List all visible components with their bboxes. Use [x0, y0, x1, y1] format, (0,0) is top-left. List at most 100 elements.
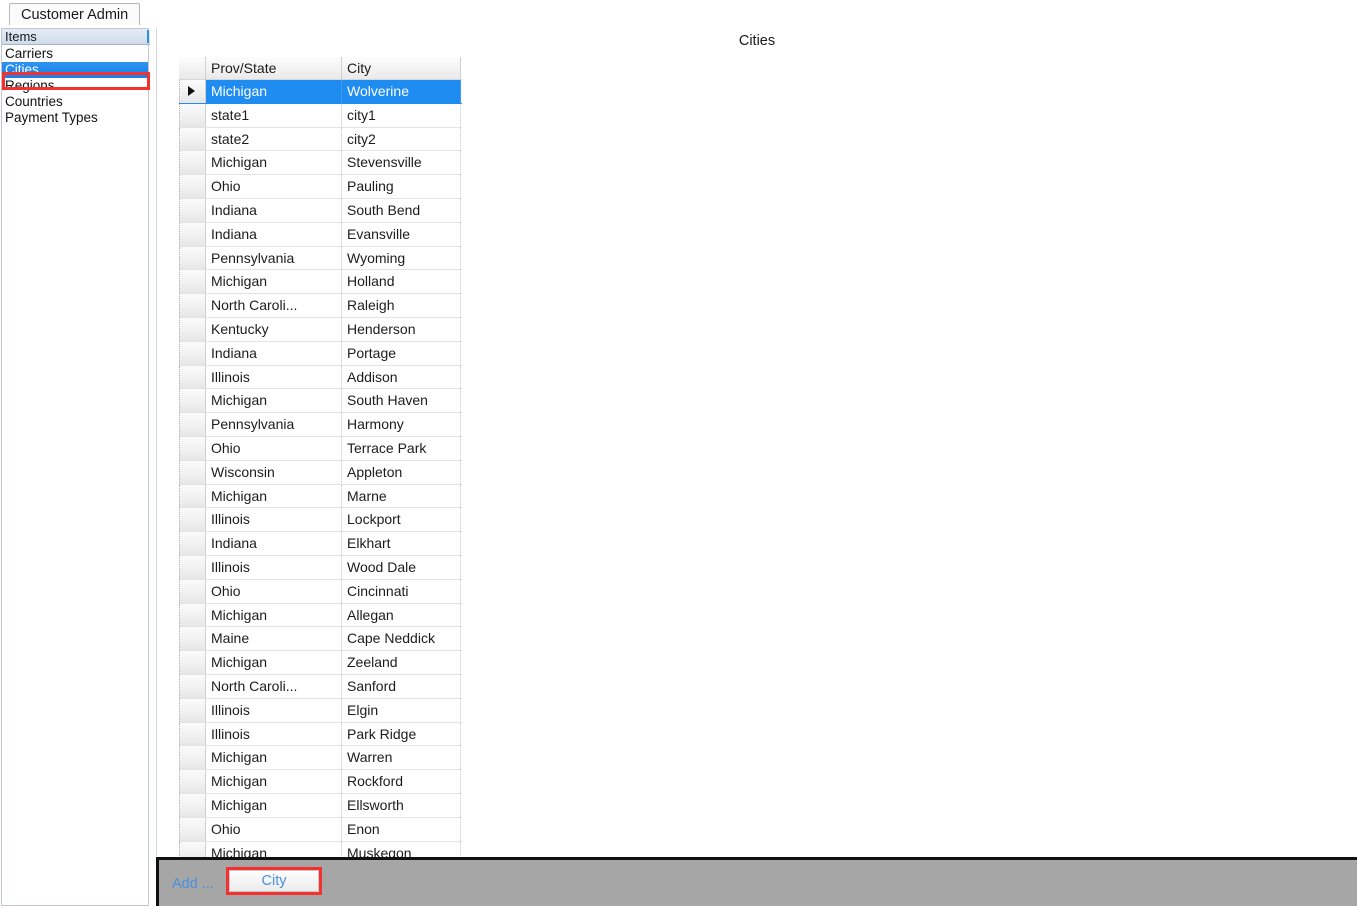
row-selector-cell[interactable] [179, 365, 206, 389]
cell-prov-state[interactable]: Michigan [206, 80, 342, 103]
cell-prov-state[interactable]: Illinois [206, 555, 342, 579]
table-row[interactable]: Maine Cape Neddick [179, 627, 462, 652]
table-row[interactable]: Michigan Marne [179, 484, 462, 509]
cell-city[interactable]: Sanford [342, 674, 461, 698]
row-selector-cell[interactable] [179, 841, 206, 857]
cell-city[interactable]: Wyoming [342, 246, 461, 270]
cell-prov-state[interactable]: Illinois [206, 508, 342, 532]
cell-prov-state[interactable]: Michigan [206, 841, 342, 857]
row-selector-cell[interactable] [179, 389, 206, 413]
table-row[interactable]: state2 city2 [179, 127, 462, 152]
row-selector-cell[interactable] [179, 793, 206, 817]
cell-prov-state[interactable]: Indiana [206, 222, 342, 246]
row-selector-cell[interactable] [179, 151, 206, 175]
row-selector-cell[interactable] [179, 270, 206, 294]
table-row[interactable]: Michigan Stevensville [179, 151, 462, 176]
row-selector-cell[interactable] [179, 674, 206, 698]
cell-prov-state[interactable]: North Caroli... [206, 294, 342, 317]
cell-prov-state[interactable]: Michigan [206, 484, 342, 508]
row-selector-cell[interactable] [179, 341, 206, 365]
cell-prov-state[interactable]: Pennsylvania [206, 413, 342, 436]
table-row[interactable]: Michigan Holland [179, 270, 462, 295]
cell-prov-state[interactable]: Indiana [206, 532, 342, 555]
cell-prov-state[interactable]: Michigan [206, 746, 342, 770]
row-selector-cell[interactable] [179, 722, 206, 746]
row-selector-cell[interactable] [179, 222, 206, 246]
cell-city[interactable]: Allegan [342, 603, 461, 627]
row-selector-cell[interactable] [179, 460, 206, 484]
cell-prov-state[interactable]: state2 [206, 127, 342, 151]
table-row[interactable]: Ohio Cincinnati [179, 579, 462, 604]
cell-prov-state[interactable]: Michigan [206, 793, 342, 817]
row-selector-cell[interactable] [179, 508, 206, 532]
table-row[interactable]: North Caroli... Sanford [179, 674, 462, 699]
sidebar-item-cities[interactable]: Cities [2, 62, 148, 78]
cell-city[interactable]: Appleton [342, 460, 461, 484]
row-selector-cell[interactable] [179, 555, 206, 579]
table-row[interactable]: Ohio Terrace Park [179, 436, 462, 461]
cell-prov-state[interactable]: Wisconsin [206, 460, 342, 484]
row-selector-cell[interactable] [179, 651, 206, 674]
table-row[interactable]: Michigan Allegan [179, 603, 462, 628]
cell-city[interactable]: Henderson [342, 317, 461, 341]
cell-city[interactable]: Wolverine [342, 80, 461, 103]
tab-customer-admin[interactable]: Customer Admin [9, 3, 141, 26]
cell-city[interactable]: South Haven [342, 389, 461, 413]
cell-city[interactable]: Holland [342, 270, 461, 294]
table-row[interactable]: Pennsylvania Wyoming [179, 246, 462, 271]
row-selector-cell[interactable] [179, 317, 206, 341]
cell-prov-state[interactable]: North Caroli... [206, 674, 342, 698]
sidebar-header-grip-icon[interactable] [147, 30, 149, 43]
cell-city[interactable]: South Bend [342, 198, 461, 222]
sidebar-item-regions[interactable]: Regions [2, 78, 148, 94]
cell-city[interactable]: Enon [342, 817, 461, 841]
row-selector-cell[interactable] [179, 770, 206, 793]
row-selector-cell[interactable] [179, 127, 206, 151]
row-selector-cell[interactable] [179, 294, 206, 317]
table-row[interactable]: Indiana Elkhart [179, 532, 462, 556]
cell-prov-state[interactable]: Indiana [206, 198, 342, 222]
table-row[interactable]: North Caroli... Raleigh [179, 294, 462, 318]
table-row[interactable]: Ohio Enon [179, 817, 462, 842]
table-row[interactable]: Illinois Elgin [179, 698, 462, 723]
table-row[interactable]: Michigan Rockford [179, 770, 462, 794]
cell-prov-state[interactable]: Indiana [206, 341, 342, 365]
cell-city[interactable]: Muskegon [342, 841, 461, 857]
table-row[interactable]: Indiana South Bend [179, 198, 462, 223]
row-selector-cell[interactable] [179, 246, 206, 270]
table-row[interactable]: Michigan Wolverine [179, 80, 462, 104]
cell-city[interactable]: Raleigh [342, 294, 461, 317]
cell-city[interactable]: Portage [342, 341, 461, 365]
row-selector-cell[interactable] [179, 627, 206, 651]
cell-prov-state[interactable]: state1 [206, 103, 342, 127]
table-row[interactable]: Illinois Wood Dale [179, 555, 462, 580]
cell-city[interactable]: Stevensville [342, 151, 461, 175]
table-row[interactable]: Indiana Portage [179, 341, 462, 366]
cell-prov-state[interactable]: Michigan [206, 770, 342, 793]
cell-prov-state[interactable]: Michigan [206, 603, 342, 627]
cell-city[interactable]: Cincinnati [342, 579, 461, 603]
table-row[interactable]: Michigan Muskegon [179, 841, 462, 857]
row-selector-cell[interactable] [179, 484, 206, 508]
table-row[interactable]: Michigan Ellsworth [179, 793, 462, 818]
row-selector-cell[interactable] [179, 413, 206, 436]
table-row[interactable]: state1 city1 [179, 103, 462, 128]
cell-city[interactable]: Zeeland [342, 651, 461, 674]
cell-prov-state[interactable]: Illinois [206, 722, 342, 746]
cell-prov-state[interactable]: Maine [206, 627, 342, 651]
cell-prov-state[interactable]: Michigan [206, 151, 342, 175]
table-row[interactable]: Indiana Evansville [179, 222, 462, 247]
sidebar-item-carriers[interactable]: Carriers [2, 46, 148, 62]
table-row[interactable]: Michigan Zeeland [179, 651, 462, 675]
cell-city[interactable]: Ellsworth [342, 793, 461, 817]
cell-city[interactable]: Harmony [342, 413, 461, 436]
row-selector-cell[interactable] [179, 698, 206, 722]
cell-city[interactable]: Terrace Park [342, 436, 461, 460]
table-row[interactable]: Ohio Pauling [179, 175, 462, 199]
cell-city[interactable]: Lockport [342, 508, 461, 532]
cell-city[interactable]: Warren [342, 746, 461, 770]
cell-prov-state[interactable]: Michigan [206, 651, 342, 674]
row-selector-cell[interactable] [179, 579, 206, 603]
cell-city[interactable]: Marne [342, 484, 461, 508]
table-row[interactable]: Kentucky Henderson [179, 317, 462, 342]
